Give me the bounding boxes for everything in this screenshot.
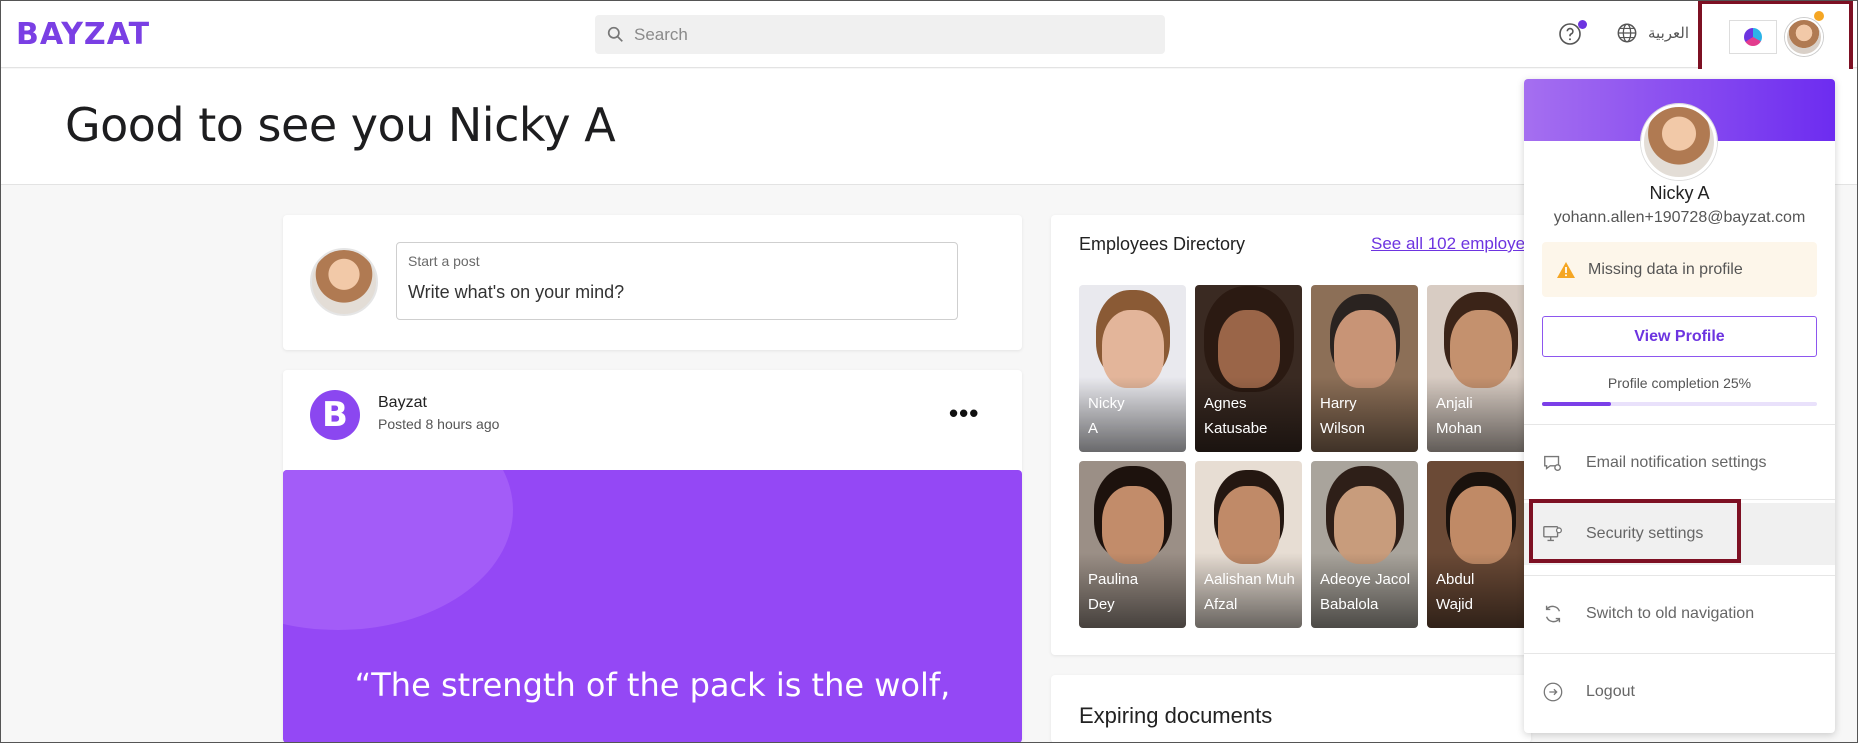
divider <box>1524 424 1835 425</box>
post-input-label: Start a post <box>408 253 480 269</box>
expiring-title: Expiring documents <box>1079 703 1273 728</box>
banner-shape <box>283 470 513 630</box>
search-icon <box>607 26 623 42</box>
menu-item-switch-navigation[interactable]: Switch to old navigation <box>1524 583 1835 645</box>
employee-card[interactable]: Nicky A <box>1079 285 1186 452</box>
page-title: Good to see you Nicky A <box>65 98 616 152</box>
employee-card[interactable]: Abdul Wajid <box>1427 461 1531 628</box>
post-time: Posted 8 hours ago <box>378 416 500 432</box>
post-composer: Start a post Write what's on your mind? <box>283 215 1022 350</box>
missing-data-alert[interactable]: Missing data in profile <box>1542 242 1817 297</box>
post-author[interactable]: Bayzat <box>378 394 427 412</box>
security-settings-icon <box>1543 525 1562 542</box>
menu-item-email-notification-settings[interactable]: Email notification settings <box>1524 432 1835 494</box>
banner-quote: “The strength of the pack is the wolf, <box>354 666 951 704</box>
divider <box>1524 499 1835 500</box>
bayzat-logo[interactable]: BAYZAT <box>16 17 150 52</box>
missing-data-text: Missing data in profile <box>1588 260 1743 278</box>
employee-card[interactable]: Anjali Mohan <box>1427 285 1531 452</box>
view-profile-button[interactable]: View Profile <box>1542 316 1817 357</box>
divider <box>1524 575 1835 576</box>
email-settings-icon <box>1544 455 1562 472</box>
profile-completion-bar <box>1542 402 1817 406</box>
post-input-placeholder: Write what's on your mind? <box>408 282 625 302</box>
avatar <box>1641 104 1717 180</box>
more-options-icon[interactable]: ••• <box>949 398 979 429</box>
avatar <box>1784 17 1823 56</box>
avatar <box>310 248 378 316</box>
profile-name: Nicky A <box>1649 183 1710 203</box>
logout-icon <box>1543 682 1563 702</box>
profile-menu-button[interactable] <box>1698 0 1853 73</box>
profile-email: yohann.allen+190728@bayzat.com <box>1553 209 1806 226</box>
employee-card[interactable]: Paulina Dey <box>1079 461 1186 628</box>
expiring-documents: Expiring documents <box>1051 675 1531 743</box>
employee-card[interactable]: Adeoye Jacol Babalola <box>1311 461 1418 628</box>
employee-card[interactable]: Harry Wilson <box>1311 285 1418 452</box>
globe-icon <box>1617 23 1637 43</box>
profile-dropdown: Nicky A yohann.allen+190728@bayzat.com M… <box>1524 79 1835 733</box>
post-banner: “The strength of the pack is the wolf, <box>283 470 1022 743</box>
profile-completion-label: Profile completion 25% <box>1607 375 1752 391</box>
switch-icon <box>1545 605 1561 623</box>
language-switch[interactable]: العربية <box>1616 22 1689 44</box>
employees-directory: Employees Directory See all 102 employee… <box>1051 215 1531 655</box>
bayzat-avatar: B <box>310 390 360 440</box>
search-bar[interactable] <box>595 15 1165 54</box>
feed-post: B Bayzat Posted 8 hours ago ••• “The str… <box>283 370 1022 743</box>
divider <box>1524 653 1835 654</box>
language-label: العربية <box>1648 25 1689 42</box>
employee-card[interactable]: Aalishan Muh Afzal <box>1195 461 1302 628</box>
warning-icon <box>1557 261 1575 278</box>
notification-dot <box>1578 20 1587 29</box>
see-all-employees-link[interactable]: See all 102 employees <box>1371 234 1531 254</box>
search-input[interactable] <box>634 24 1134 45</box>
post-input[interactable]: Start a post Write what's on your mind? <box>396 242 958 320</box>
company-logo <box>1728 19 1777 54</box>
employee-card[interactable]: Agnes Katusabe <box>1195 285 1302 452</box>
status-dot <box>1814 11 1824 21</box>
directory-title: Employees Directory <box>1079 234 1246 254</box>
menu-item-logout[interactable]: Logout <box>1524 661 1835 723</box>
profile-completion-fill <box>1542 402 1611 406</box>
menu-item-security-settings[interactable]: Security settings <box>1524 503 1835 565</box>
